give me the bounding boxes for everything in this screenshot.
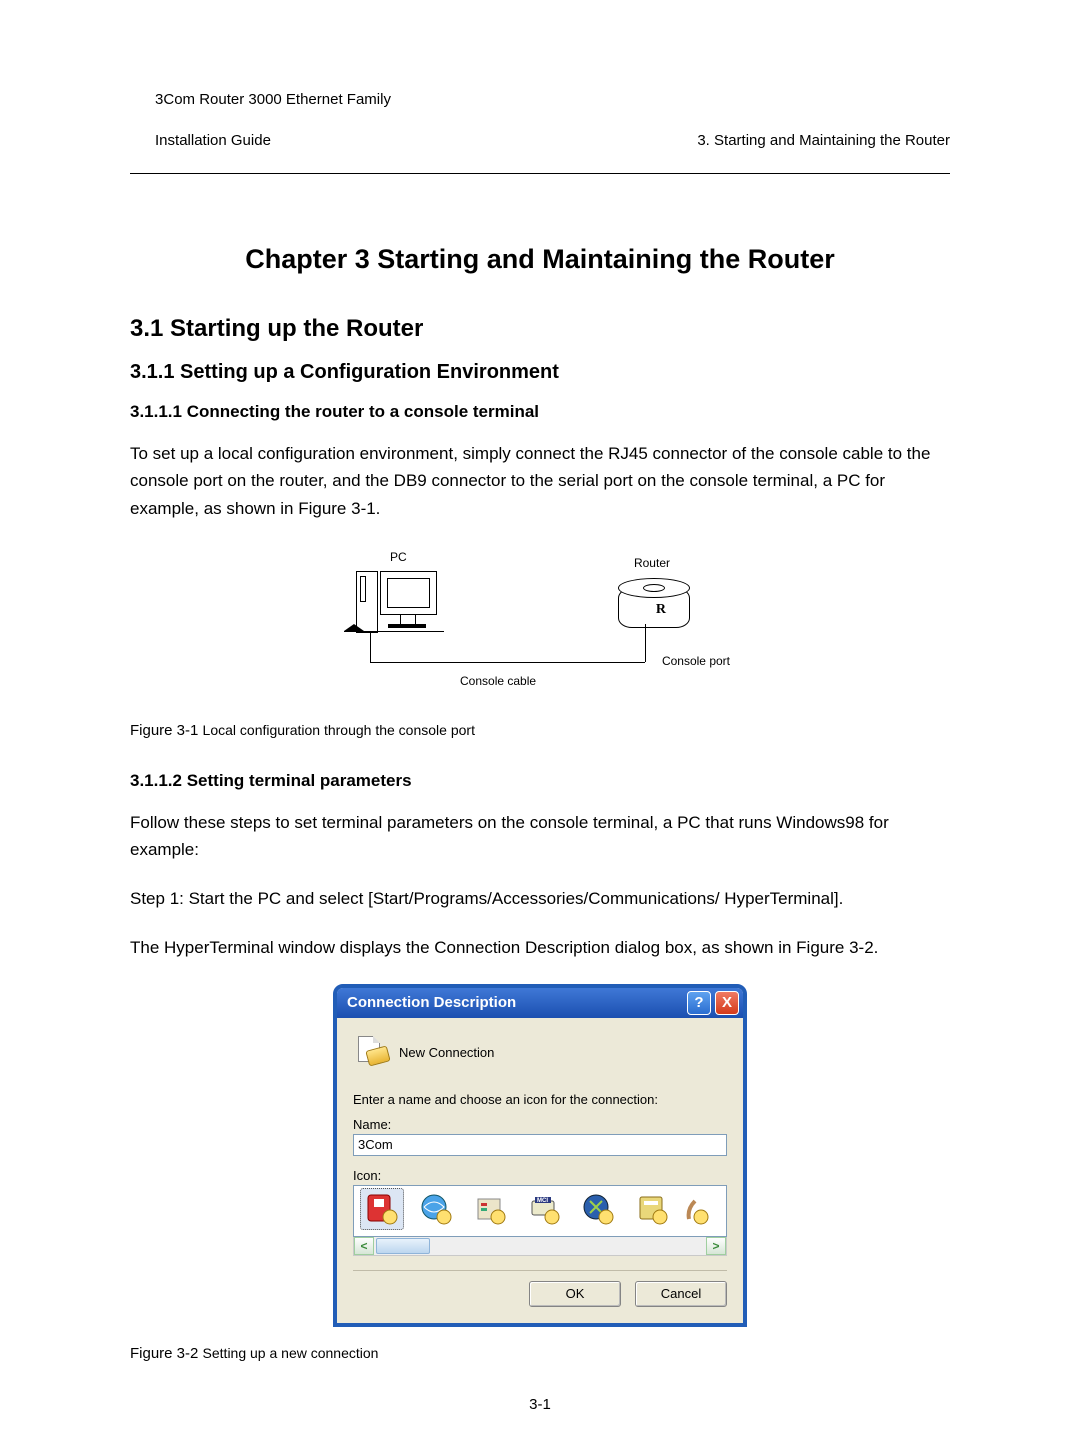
icon-strip[interactable]: MCI [353, 1185, 727, 1237]
header-left-line2: Installation Guide [155, 132, 271, 149]
paragraph-1: To set up a local configuration environm… [130, 440, 950, 522]
connection-icon-option-3[interactable] [468, 1188, 512, 1230]
chevron-right-icon: > [712, 1239, 719, 1253]
console-port-label: Console port [662, 654, 730, 668]
scroll-thumb[interactable] [376, 1238, 430, 1254]
page-header: 3Com Router 3000 Ethernet Family Install… [130, 70, 950, 171]
header-left-line1: 3Com Router 3000 Ethernet Family [155, 91, 391, 108]
close-icon: X [722, 994, 732, 1011]
router-label: Router [634, 556, 670, 570]
section-3-1-1-2: 3.1.1.2 Setting terminal parameters [130, 771, 950, 791]
icon-picker: MCI < [353, 1185, 727, 1256]
figure-3-1-caption: Figure 3-1 Local configuration through t… [130, 722, 950, 739]
scroll-left-button[interactable]: < [354, 1237, 374, 1255]
scroll-right-button[interactable]: > [706, 1237, 726, 1255]
dialog-instruction: Enter a name and choose an icon for the … [353, 1092, 727, 1107]
cable-segment-3 [645, 624, 646, 662]
header-right-line2: 3. Starting and Maintaining the Router [697, 132, 950, 149]
section-3-1: 3.1 Starting up the Router [130, 315, 950, 343]
figure-3-2-caption-text: Setting up a new connection [203, 1345, 379, 1361]
help-button[interactable]: ? [687, 991, 711, 1015]
icon-scrollbar[interactable]: < > [353, 1237, 727, 1256]
chevron-left-icon: < [360, 1239, 367, 1253]
paragraph-3: Step 1: Start the PC and select [Start/P… [130, 885, 950, 912]
paragraph-2: Follow these steps to set terminal param… [130, 809, 950, 863]
section-3-1-1: 3.1.1 Setting up a Configuration Environ… [130, 361, 950, 384]
paragraph-4: The HyperTerminal window displays the Co… [130, 934, 950, 961]
header-rule [130, 173, 950, 174]
figure-3-1-caption-prefix: Figure 3-1 [130, 722, 203, 739]
cancel-button[interactable]: Cancel [635, 1281, 727, 1307]
close-button[interactable]: X [715, 991, 739, 1015]
figure-3-2-caption: Figure 3-2 Setting up a new connection [130, 1345, 950, 1362]
page: 3Com Router 3000 Ethernet Family Install… [0, 0, 1080, 1453]
figure-3-2-caption-prefix: Figure 3-2 [130, 1345, 203, 1362]
pc-base-foot-icon [344, 624, 364, 631]
connection-description-dialog: Connection Description ? X New Connectio… [333, 984, 747, 1327]
pc-label: PC [390, 550, 407, 564]
figure-3-2: Connection Description ? X New Connectio… [130, 984, 950, 1327]
dialog-titlebar[interactable]: Connection Description ? X [337, 988, 743, 1018]
page-number: 3-1 [130, 1396, 950, 1413]
svg-text:MCI: MCI [537, 1198, 548, 1204]
connection-icon-option-1[interactable] [360, 1188, 404, 1230]
connection-icon-option-2[interactable] [414, 1188, 458, 1230]
chapter-title: Chapter 3 Starting and Maintaining the R… [130, 244, 950, 275]
name-input[interactable] [353, 1134, 727, 1156]
name-label: Name: [353, 1117, 727, 1132]
new-connection-label: New Connection [399, 1045, 494, 1060]
connection-icon-option-4[interactable]: MCI [522, 1188, 566, 1230]
figure-3-1-caption-text: Local configuration through the console … [203, 722, 475, 738]
dialog-title: Connection Description [347, 994, 516, 1011]
pc-baseline-icon [344, 631, 444, 632]
new-connection-icon [355, 1036, 389, 1070]
section-3-1-1-1: 3.1.1.1 Connecting the router to a conso… [130, 402, 950, 422]
pc-monitor-icon [380, 571, 437, 615]
console-cable-label: Console cable [460, 674, 536, 688]
help-icon: ? [694, 994, 703, 1011]
connection-icon-option-6[interactable] [630, 1188, 674, 1230]
connection-icon-option-7[interactable] [684, 1188, 710, 1230]
ok-button[interactable]: OK [529, 1281, 621, 1307]
icon-label: Icon: [353, 1168, 727, 1183]
connection-icon-option-5[interactable] [576, 1188, 620, 1230]
dialog-separator [353, 1270, 727, 1271]
router-slot-icon [643, 584, 665, 592]
figure-3-1: PC Router R Console cable Console port [130, 544, 950, 704]
pc-base-icon [388, 624, 426, 628]
router-r-label: R [656, 602, 666, 618]
cable-segment-2 [370, 662, 645, 663]
cable-segment-1 [370, 632, 371, 662]
